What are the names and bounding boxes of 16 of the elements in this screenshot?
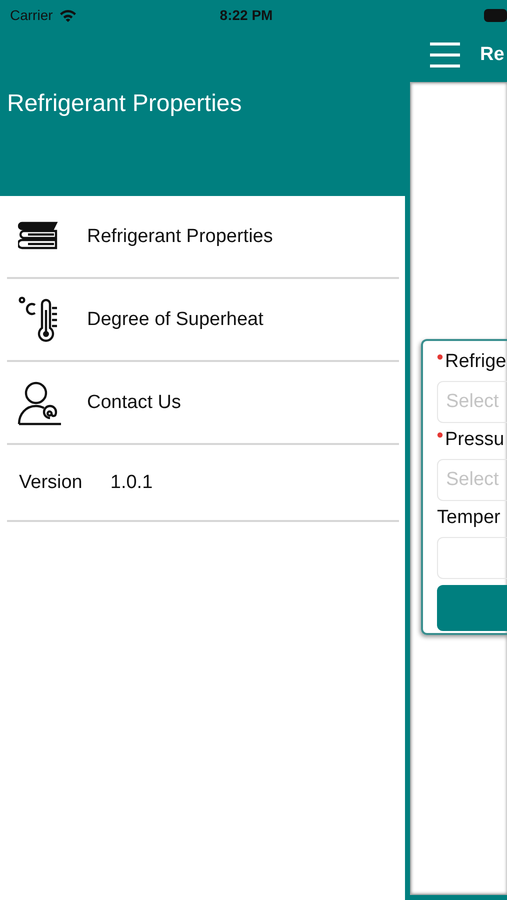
menu-item[interactable]: Contact Us (7, 362, 399, 445)
wifi-icon (58, 8, 77, 22)
version-number: 1.0.1 (110, 472, 153, 494)
page-title: Re (480, 44, 504, 66)
battery-icon (484, 8, 507, 22)
field-label: Pressu (445, 429, 504, 451)
version-label: Version (19, 472, 82, 494)
carrier-name: Carrier (10, 7, 53, 23)
status-time: 8:22 PM (220, 7, 273, 23)
contact-icon (17, 380, 63, 426)
menu-button[interactable] (430, 42, 460, 68)
drawer-title: Refrigerant Properties (7, 90, 243, 118)
menu-item[interactable]: Refrigerant Properties (7, 196, 399, 279)
field-label: Refrige (445, 351, 506, 373)
menu-item[interactable]: Degree of Superheat (7, 279, 399, 362)
field-label: Temper (437, 507, 500, 529)
